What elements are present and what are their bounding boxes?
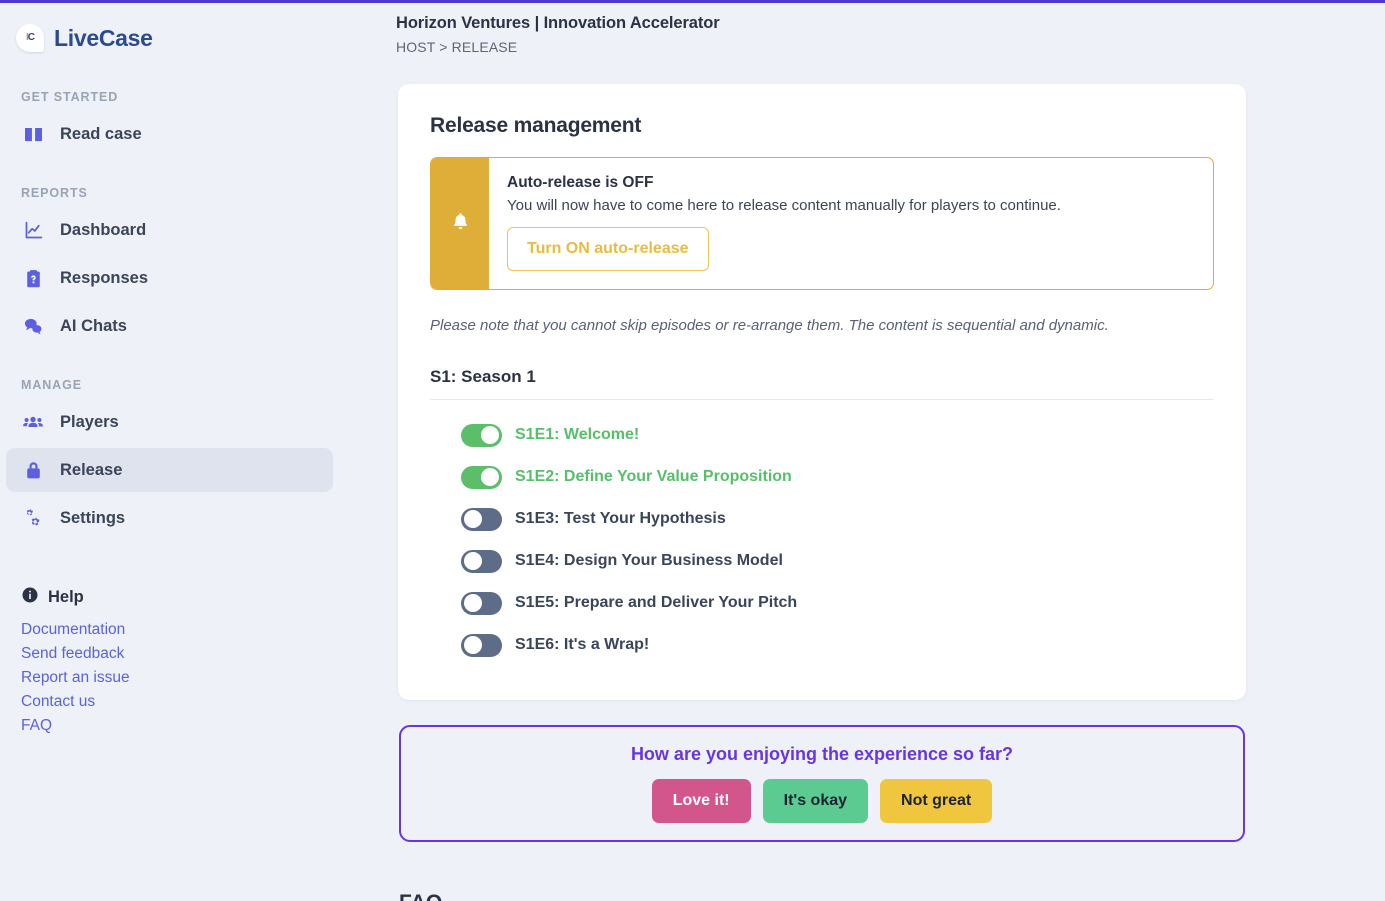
people-icon bbox=[22, 411, 44, 433]
nav-heading-manage: MANAGE bbox=[21, 378, 82, 392]
nav-section-get-started: GET STARTED Read case bbox=[0, 90, 360, 156]
info-icon bbox=[21, 586, 39, 609]
help-title-row: Help bbox=[0, 586, 360, 609]
episode-release-toggle[interactable] bbox=[461, 633, 502, 657]
bell-icon bbox=[450, 211, 471, 237]
sidebar-item-ai-chats[interactable]: AI Chats bbox=[6, 304, 333, 348]
sidebar-item-label: Release bbox=[60, 460, 123, 479]
episode-row: S1E4: Design Your Business Model bbox=[461, 540, 1214, 582]
episode-release-toggle[interactable] bbox=[461, 465, 502, 489]
gears-icon bbox=[22, 507, 44, 529]
episode-row: S1E5: Prepare and Deliver Your Pitch bbox=[461, 582, 1214, 624]
sidebar-item-responses[interactable]: Responses bbox=[6, 256, 333, 300]
sidebar: IC LiveCase GET STARTED Read case REPORT… bbox=[0, 3, 360, 901]
chat-bubbles-icon bbox=[22, 315, 44, 337]
nav-heading-reports: REPORTS bbox=[21, 186, 88, 200]
auto-release-alert: Auto-release is OFF You will now have to… bbox=[430, 157, 1214, 290]
alert-text: You will now have to come here to releas… bbox=[507, 197, 1061, 214]
sidebar-item-label: Settings bbox=[60, 508, 126, 527]
feedback-not-great-button[interactable]: Not great bbox=[880, 779, 993, 823]
nav-section-manage: MANAGE Players Release Settings bbox=[0, 378, 360, 540]
sidebar-item-settings[interactable]: Settings bbox=[6, 496, 333, 540]
feedback-question: How are you enjoying the experience so f… bbox=[630, 744, 1014, 764]
alert-body: Auto-release is OFF You will now have to… bbox=[489, 158, 1213, 289]
episode-label: S1E3: Test Your Hypothesis bbox=[515, 510, 726, 527]
help-block: Help Documentation Send feedback Report … bbox=[0, 586, 360, 738]
help-link-send-feedback[interactable]: Send feedback bbox=[21, 642, 124, 666]
help-link-faq[interactable]: FAQ bbox=[21, 714, 52, 738]
breadcrumb: HOST > RELEASE bbox=[396, 39, 518, 55]
episode-row: S1E3: Test Your Hypothesis bbox=[461, 498, 1214, 540]
sidebar-item-players[interactable]: Players bbox=[6, 400, 333, 444]
episode-row: S1E6: It's a Wrap! bbox=[461, 624, 1214, 666]
alert-title: Auto-release is OFF bbox=[507, 174, 654, 191]
help-title: Help bbox=[48, 588, 84, 606]
sidebar-item-read-case[interactable]: Read case bbox=[6, 112, 333, 156]
nav-section-reports: REPORTS Dashboard Responses AI Chats bbox=[0, 186, 360, 348]
sequential-content-note: Please note that you cannot skip episode… bbox=[430, 317, 1109, 334]
season-title: S1: Season 1 bbox=[430, 367, 536, 386]
season-divider bbox=[430, 399, 1214, 400]
main-content: Horizon Ventures | Innovation Accelerato… bbox=[360, 3, 1385, 901]
clipboard-question-icon bbox=[22, 267, 44, 289]
alert-accent-bar bbox=[431, 158, 489, 289]
brand-name: LiveCase bbox=[54, 24, 153, 51]
card-title: Release management bbox=[430, 114, 642, 137]
help-link-contact-us[interactable]: Contact us bbox=[21, 690, 95, 714]
episode-row: S1E2: Define Your Value Proposition bbox=[461, 456, 1214, 498]
lock-icon bbox=[22, 459, 44, 481]
faq-section-title: FAQ bbox=[399, 891, 442, 901]
episode-list: S1E1: Welcome! S1E2: Define Your Value P… bbox=[430, 414, 1214, 666]
feedback-panel: How are you enjoying the experience so f… bbox=[399, 725, 1245, 842]
episode-release-toggle[interactable] bbox=[461, 591, 502, 615]
page-title: Horizon Ventures | Innovation Accelerato… bbox=[396, 14, 720, 32]
episode-label: S1E2: Define Your Value Proposition bbox=[515, 468, 792, 485]
sidebar-item-label: Players bbox=[60, 412, 119, 431]
nav-heading-get-started: GET STARTED bbox=[21, 90, 119, 104]
feedback-love-it-button[interactable]: Love it! bbox=[651, 779, 751, 823]
episode-label: S1E4: Design Your Business Model bbox=[515, 552, 783, 569]
episode-label: S1E6: It's a Wrap! bbox=[515, 636, 650, 653]
brand-logo[interactable]: IC LiveCase bbox=[0, 16, 360, 60]
feedback-buttons: Love it! It's okay Not great bbox=[651, 779, 993, 823]
turn-on-auto-release-button[interactable]: Turn ON auto-release bbox=[507, 227, 709, 271]
livecase-logo-icon: IC bbox=[16, 24, 44, 52]
episode-release-toggle[interactable] bbox=[461, 549, 502, 573]
help-link-report-an-issue[interactable]: Report an issue bbox=[21, 666, 130, 690]
episode-release-toggle[interactable] bbox=[461, 507, 502, 531]
episode-release-toggle[interactable] bbox=[461, 423, 502, 447]
sidebar-item-label: Read case bbox=[60, 124, 142, 143]
sidebar-item-label: AI Chats bbox=[60, 316, 127, 335]
chart-line-icon bbox=[22, 219, 44, 241]
sidebar-item-dashboard[interactable]: Dashboard bbox=[6, 208, 333, 252]
feedback-its-okay-button[interactable]: It's okay bbox=[762, 779, 869, 823]
release-management-card: Release management Auto-release is OFF Y… bbox=[398, 84, 1246, 700]
help-links: Documentation Send feedback Report an is… bbox=[0, 618, 360, 738]
sidebar-item-label: Responses bbox=[60, 268, 149, 287]
episode-label: S1E5: Prepare and Deliver Your Pitch bbox=[515, 594, 798, 611]
sidebar-item-release[interactable]: Release bbox=[6, 448, 333, 492]
sidebar-item-label: Dashboard bbox=[60, 220, 147, 239]
book-icon bbox=[22, 123, 44, 145]
episode-label: S1E1: Welcome! bbox=[515, 426, 640, 443]
page-header: Horizon Ventures | Innovation Accelerato… bbox=[360, 3, 1385, 55]
episode-row: S1E1: Welcome! bbox=[461, 414, 1214, 456]
help-link-documentation[interactable]: Documentation bbox=[21, 618, 125, 642]
